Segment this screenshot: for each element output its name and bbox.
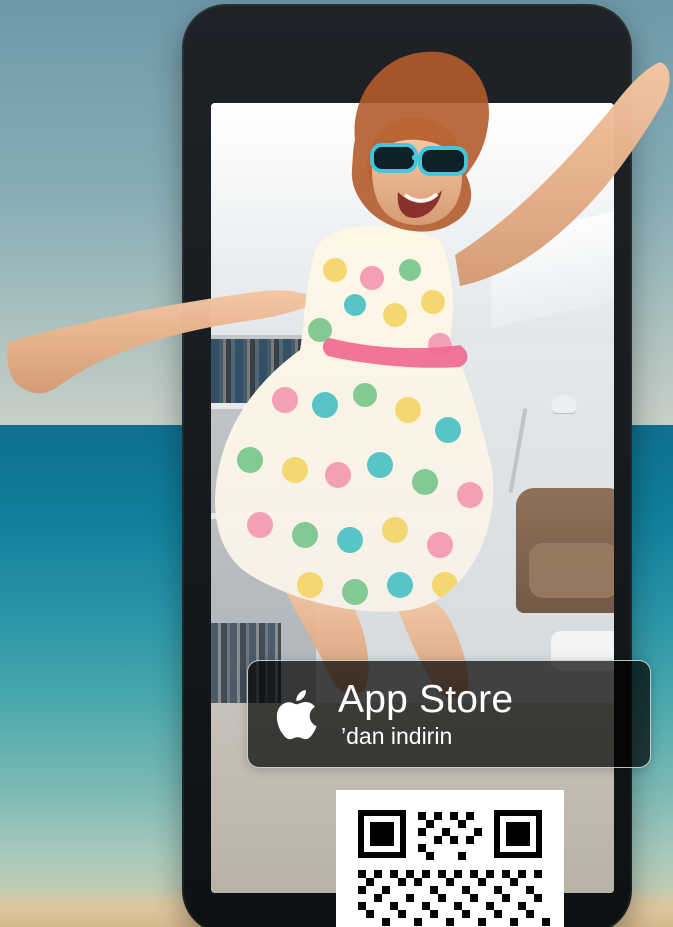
floor-lamp: [508, 408, 528, 493]
promo-scene: App Store ’dan indirin: [0, 0, 673, 927]
badge-text: App Store ’dan indirin: [338, 680, 513, 748]
armchair-cushion: [529, 543, 614, 598]
qr-code[interactable]: [336, 790, 564, 927]
books-row: [211, 339, 316, 409]
shelf-board: [211, 403, 316, 409]
phone-screen: [211, 103, 614, 893]
shelf-board: [211, 513, 316, 519]
lamp-head: [551, 395, 577, 413]
badge-title: App Store: [338, 678, 514, 721]
badge-subtitle: ’dan indirin: [341, 723, 453, 749]
app-store-badge[interactable]: App Store ’dan indirin: [247, 660, 651, 768]
apple-logo-icon: [276, 690, 317, 740]
qr-code-icon: [348, 800, 552, 927]
